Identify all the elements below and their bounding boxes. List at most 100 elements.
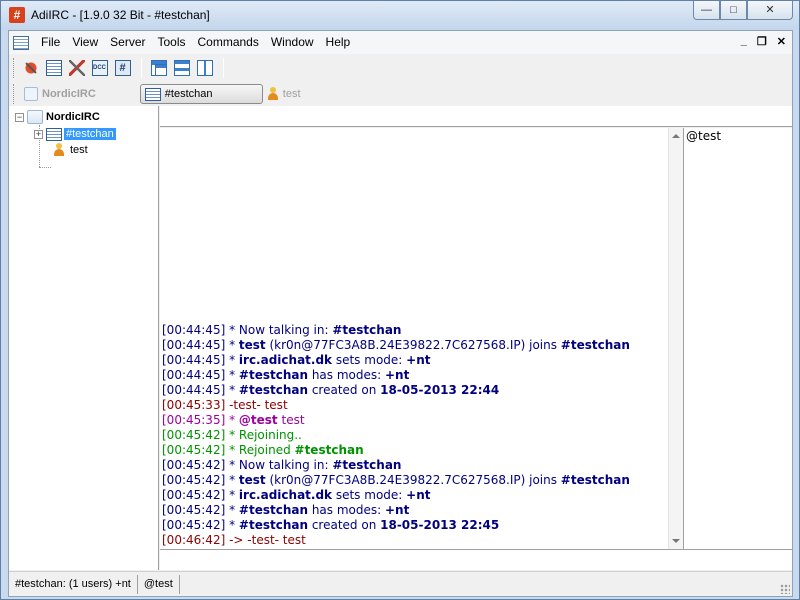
- app-window: # AdiIRC - [1.9.0 32 Bit - #testchan] — …: [0, 0, 800, 600]
- message-highlight: test: [238, 473, 266, 487]
- message-timestamp: [00:45:42]: [162, 473, 230, 487]
- adiirc-app-icon[interactable]: #: [9, 7, 25, 23]
- tree-item-channel[interactable]: + #testchan: [34, 126, 116, 142]
- message-highlight: +nt: [406, 353, 431, 367]
- message-timestamp: [00:45:35]: [162, 413, 230, 427]
- dcc-button[interactable]: DCC: [89, 58, 110, 79]
- message-highlight: irc.adichat.dk: [238, 488, 333, 502]
- message-timestamp: [00:45:42]: [162, 503, 230, 517]
- scroll-up-arrow-icon[interactable]: [672, 134, 680, 138]
- message-text: *: [229, 503, 239, 517]
- tree-server-label: NordicIRC: [46, 111, 100, 123]
- message-text: test: [277, 413, 305, 427]
- tools-icon: [68, 60, 85, 76]
- channel-icon: [144, 87, 161, 101]
- toolbar-separator: [141, 58, 142, 78]
- message-timestamp: [00:44:45]: [162, 368, 230, 382]
- menu-commands[interactable]: Commands: [192, 31, 265, 54]
- tools-button[interactable]: [66, 58, 87, 79]
- close-button[interactable]: ✕: [747, 1, 793, 20]
- resize-grip-icon[interactable]: [780, 584, 790, 594]
- mdi-document-icon[interactable]: [13, 35, 29, 50]
- chat-line: [00:44:45] * #testchan created on 18-05-…: [162, 383, 667, 398]
- message-text: created on: [308, 518, 381, 532]
- chat-line: [00:45:35] * @test test: [162, 413, 667, 428]
- message-text: * Now talking in:: [229, 458, 333, 472]
- message-highlight: #testchan: [560, 338, 630, 352]
- tab-channel-testchan[interactable]: #testchan: [139, 84, 263, 104]
- chat-line: [00:44:45] * #testchan has modes: +nt: [162, 368, 667, 383]
- tab-query-test[interactable]: test: [263, 84, 307, 104]
- menu-view[interactable]: View: [66, 31, 104, 54]
- collapse-toggle[interactable]: −: [15, 112, 24, 122]
- channel-list-button[interactable]: [43, 58, 64, 79]
- tree-item-server[interactable]: − NordicIRC: [15, 109, 100, 125]
- status-channel-info: #testchan: (1 users) +nt: [9, 574, 138, 594]
- scroll-down-arrow-icon[interactable]: [672, 539, 680, 543]
- message-timestamp: [00:45:42]: [162, 458, 230, 472]
- tree-item-query[interactable]: test: [53, 142, 88, 158]
- message-text: *: [229, 383, 239, 397]
- status-bar: #testchan: (1 users) +nt @test: [9, 571, 792, 596]
- tile-horizontal-icon: [173, 60, 190, 76]
- message-highlight: #testchan: [332, 323, 402, 337]
- tabbar-grip[interactable]: [13, 84, 16, 104]
- expand-toggle[interactable]: +: [34, 129, 43, 139]
- tab-label: #testchan: [164, 88, 213, 100]
- toolbar-grip[interactable]: [13, 58, 16, 78]
- toolbar-separator: [223, 58, 224, 78]
- message-timestamp: [00:45:42]: [162, 518, 230, 532]
- menu-tools[interactable]: Tools: [151, 31, 191, 54]
- menu-window[interactable]: Window: [265, 31, 320, 54]
- menu-file[interactable]: File: [35, 31, 66, 54]
- message-text: (kr0n@77FC3A8B.24E39822.7C627568.IP) joi…: [265, 473, 561, 487]
- tab-server-nordicirc[interactable]: NordicIRC: [20, 84, 102, 104]
- disconnect-button[interactable]: [20, 58, 41, 79]
- message-highlight: #testchan: [238, 383, 309, 397]
- message-input[interactable]: [160, 549, 792, 570]
- chat-line: [00:45:42] * irc.adichat.dk sets mode: +…: [162, 488, 667, 503]
- chat-line: [00:46:42] -> -test- test: [162, 533, 667, 548]
- message-text: -> -test- test: [229, 533, 306, 547]
- message-timestamp: [00:44:45]: [162, 383, 230, 397]
- chat-line: [00:45:33] -test- test: [162, 398, 667, 413]
- message-text: *: [229, 368, 239, 382]
- message-text: created on: [308, 383, 381, 397]
- channel-button[interactable]: #: [112, 58, 133, 79]
- mdi-close-button[interactable]: ✕: [777, 35, 786, 48]
- message-text: * Rejoining..: [229, 428, 302, 442]
- disconnect-icon: [22, 60, 39, 76]
- cascade-windows-button[interactable]: [148, 58, 169, 79]
- client-area: File View Server Tools Commands Window H…: [8, 30, 793, 597]
- mdi-restore-button[interactable]: ❐: [757, 35, 767, 48]
- message-text: has modes:: [308, 503, 385, 517]
- message-list: [00:44:45] * Now talking in: #testchan [0…: [162, 323, 667, 548]
- title-bar[interactable]: # AdiIRC - [1.9.0 32 Bit - #testchan] — …: [1, 1, 799, 30]
- tile-horizontal-button[interactable]: [171, 58, 192, 79]
- channel-list-icon: [45, 60, 62, 76]
- mdi-minimize-button[interactable]: _: [741, 35, 747, 48]
- tree-channel-label: #testchan: [64, 128, 116, 140]
- chat-scrollbar[interactable]: [668, 128, 683, 549]
- tile-vertical-button[interactable]: [194, 58, 215, 79]
- minimize-button[interactable]: —: [693, 1, 720, 20]
- chat-line: [00:45:42] * Rejoined #testchan: [162, 443, 667, 458]
- tab-label: NordicIRC: [42, 88, 96, 100]
- message-text: *: [229, 473, 239, 487]
- status-nick: @test: [138, 574, 180, 594]
- chat-line: [00:44:45] * test (kr0n@77FC3A8B.24E3982…: [162, 338, 667, 353]
- nicklist: @test: [683, 128, 792, 549]
- menu-server[interactable]: Server: [104, 31, 151, 54]
- message-text: * Rejoined: [229, 443, 295, 457]
- topic-bar[interactable]: [160, 106, 792, 127]
- message-text: has modes:: [308, 368, 385, 382]
- message-highlight: #testchan: [294, 443, 364, 457]
- message-timestamp: [00:45:33]: [162, 398, 230, 412]
- menu-help[interactable]: Help: [320, 31, 357, 54]
- nicklist-item[interactable]: @test: [684, 128, 792, 144]
- chat-messages[interactable]: [00:44:45] * Now talking in: #testchan [0…: [160, 128, 668, 549]
- maximize-button[interactable]: □: [720, 1, 747, 20]
- message-timestamp: [00:45:42]: [162, 488, 230, 502]
- server-icon: [24, 87, 38, 101]
- chat-line: [00:44:45] * Now talking in: #testchan: [162, 323, 667, 338]
